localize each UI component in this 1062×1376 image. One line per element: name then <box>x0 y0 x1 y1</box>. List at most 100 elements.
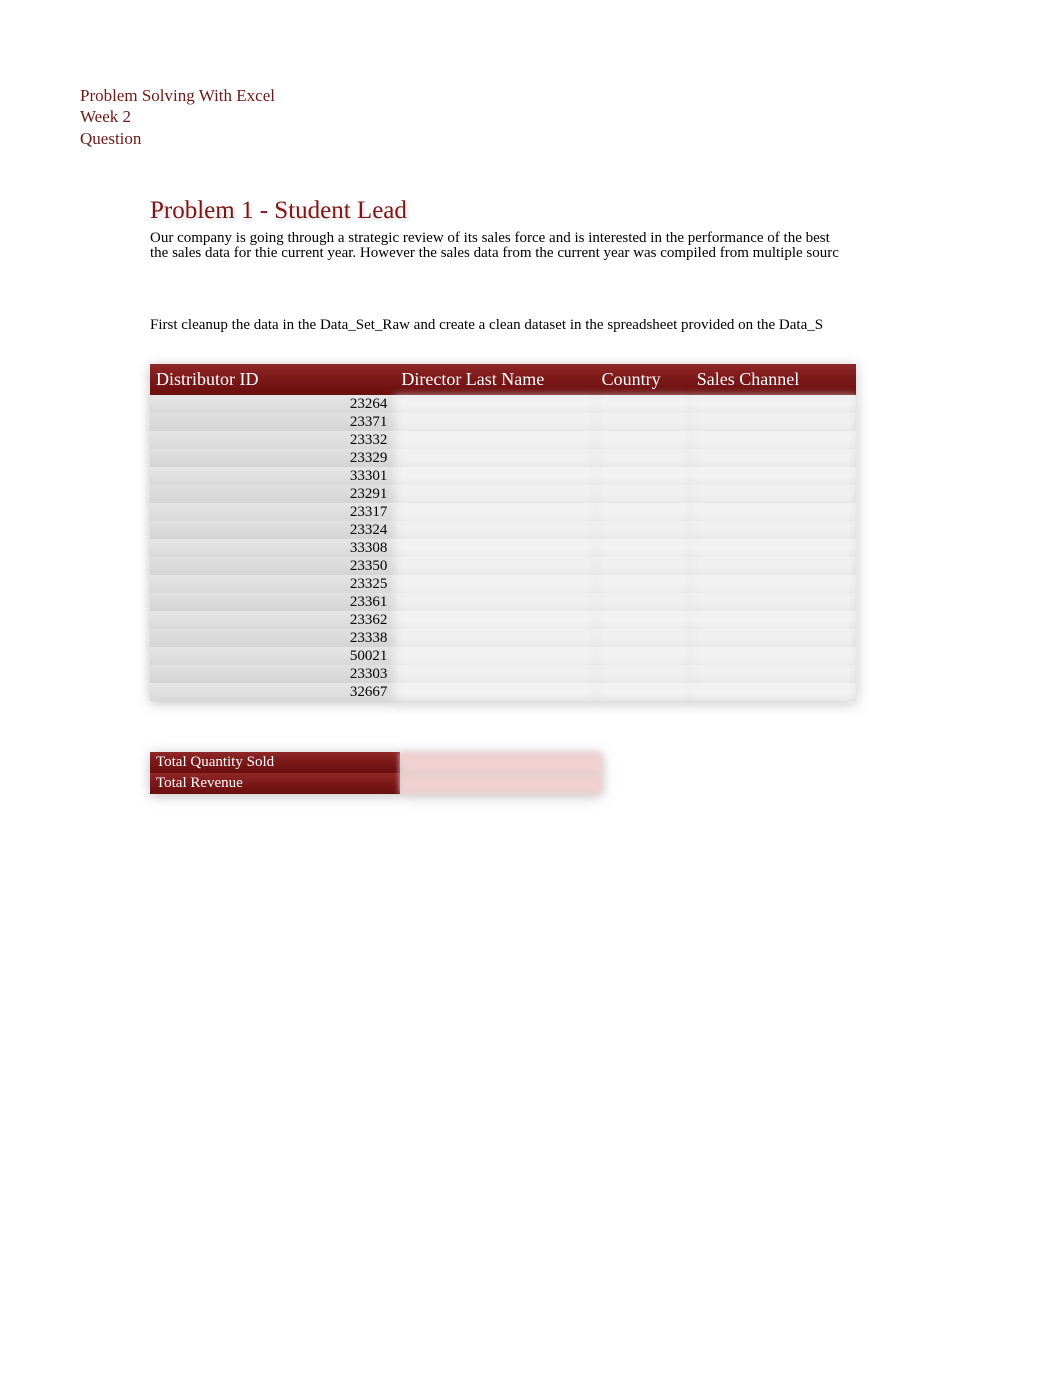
sales-channel-cell <box>691 395 856 413</box>
director-last-name-cell <box>395 557 595 575</box>
distributor-id-cell: 23332 <box>150 431 395 449</box>
distributor-table: Distributor ID Director Last Name Countr… <box>150 364 856 701</box>
table-row: 23325 <box>150 575 856 593</box>
distributor-id-cell: 23317 <box>150 503 395 521</box>
country-cell <box>596 611 691 629</box>
distributor-id-cell: 32667 <box>150 683 395 701</box>
country-cell <box>596 467 691 485</box>
problem-title: Problem 1 - Student Lead <box>150 197 930 225</box>
sales-channel-cell <box>691 611 856 629</box>
distributor-id-cell: 23361 <box>150 593 395 611</box>
distributor-id-cell: 33308 <box>150 539 395 557</box>
director-last-name-cell <box>395 485 595 503</box>
distributor-id-cell: 50021 <box>150 647 395 665</box>
director-last-name-cell <box>395 647 595 665</box>
country-cell <box>596 503 691 521</box>
director-last-name-cell <box>395 521 595 539</box>
sales-channel-cell <box>691 467 856 485</box>
sales-channel-cell <box>691 413 856 431</box>
summary-table: Total Quantity Sold Total Revenue <box>150 752 602 794</box>
distributor-id-cell: 23350 <box>150 557 395 575</box>
director-last-name-cell <box>395 629 595 647</box>
country-cell <box>596 593 691 611</box>
sales-channel-cell <box>691 449 856 467</box>
week-label: Week 2 <box>80 106 275 127</box>
course-name: Problem Solving With Excel <box>80 85 275 106</box>
director-last-name-cell <box>395 575 595 593</box>
table-row: 23350 <box>150 557 856 575</box>
table-row: 23324 <box>150 521 856 539</box>
sales-channel-cell <box>691 557 856 575</box>
director-last-name-cell <box>395 413 595 431</box>
country-cell <box>596 431 691 449</box>
distributor-id-cell: 23329 <box>150 449 395 467</box>
header-country: Country <box>596 364 691 395</box>
country-cell <box>596 449 691 467</box>
table-row: 23332 <box>150 431 856 449</box>
country-cell <box>596 413 691 431</box>
course-header: Problem Solving With Excel Week 2 Questi… <box>80 85 275 149</box>
country-cell <box>596 485 691 503</box>
director-last-name-cell <box>395 395 595 413</box>
table-row: 23264 <box>150 395 856 413</box>
sales-channel-cell <box>691 539 856 557</box>
distributor-id-cell: 23324 <box>150 521 395 539</box>
sales-channel-cell <box>691 629 856 647</box>
summary-table-wrap: Total Quantity Sold Total Revenue <box>150 752 602 794</box>
director-last-name-cell <box>395 539 595 557</box>
problem-description: Our company is going through a strategic… <box>150 231 930 262</box>
distributor-id-cell: 23338 <box>150 629 395 647</box>
sales-channel-cell <box>691 647 856 665</box>
distributor-id-cell: 23303 <box>150 665 395 683</box>
director-last-name-cell <box>395 467 595 485</box>
distributor-id-cell: 23291 <box>150 485 395 503</box>
director-last-name-cell <box>395 431 595 449</box>
country-cell <box>596 665 691 683</box>
total-quantity-sold-label: Total Quantity Sold <box>150 752 400 773</box>
table-row: 33308 <box>150 539 856 557</box>
table-row: 23317 <box>150 503 856 521</box>
country-cell <box>596 557 691 575</box>
table-row: 33301 <box>150 467 856 485</box>
country-cell <box>596 575 691 593</box>
table-row: 23329 <box>150 449 856 467</box>
table-row: 23362 <box>150 611 856 629</box>
sales-channel-cell <box>691 503 856 521</box>
distributor-id-cell: 23264 <box>150 395 395 413</box>
sales-channel-cell <box>691 521 856 539</box>
header-distributor-id: Distributor ID <box>150 364 395 395</box>
sales-channel-cell <box>691 593 856 611</box>
distributor-id-cell: 23362 <box>150 611 395 629</box>
table-row: 23371 <box>150 413 856 431</box>
description-line1: Our company is going through a strategic… <box>150 231 930 246</box>
sales-channel-cell <box>691 485 856 503</box>
distributor-id-cell: 23371 <box>150 413 395 431</box>
director-last-name-cell <box>395 449 595 467</box>
country-cell <box>596 539 691 557</box>
total-revenue-label: Total Revenue <box>150 773 400 794</box>
sales-channel-cell <box>691 431 856 449</box>
director-last-name-cell <box>395 593 595 611</box>
table-row: 32667 <box>150 683 856 701</box>
director-last-name-cell <box>395 503 595 521</box>
country-cell <box>596 629 691 647</box>
table-row: 50021 <box>150 647 856 665</box>
sales-channel-cell <box>691 665 856 683</box>
table-row: 23338 <box>150 629 856 647</box>
country-cell <box>596 395 691 413</box>
table-header-row: Distributor ID Director Last Name Countr… <box>150 364 856 395</box>
sales-channel-cell <box>691 575 856 593</box>
director-last-name-cell <box>395 665 595 683</box>
table-row: 23291 <box>150 485 856 503</box>
country-cell <box>596 521 691 539</box>
summary-row-revenue: Total Revenue <box>150 773 602 794</box>
data-table-wrap: Distributor ID Director Last Name Countr… <box>150 364 930 701</box>
description-line2: the sales data for thie current year. Ho… <box>150 246 930 261</box>
director-last-name-cell <box>395 683 595 701</box>
director-last-name-cell <box>395 611 595 629</box>
table-row: 23303 <box>150 665 856 683</box>
header-sales-channel: Sales Channel <box>691 364 856 395</box>
table-row: 23361 <box>150 593 856 611</box>
total-revenue-value <box>400 773 602 794</box>
sales-channel-cell <box>691 683 856 701</box>
